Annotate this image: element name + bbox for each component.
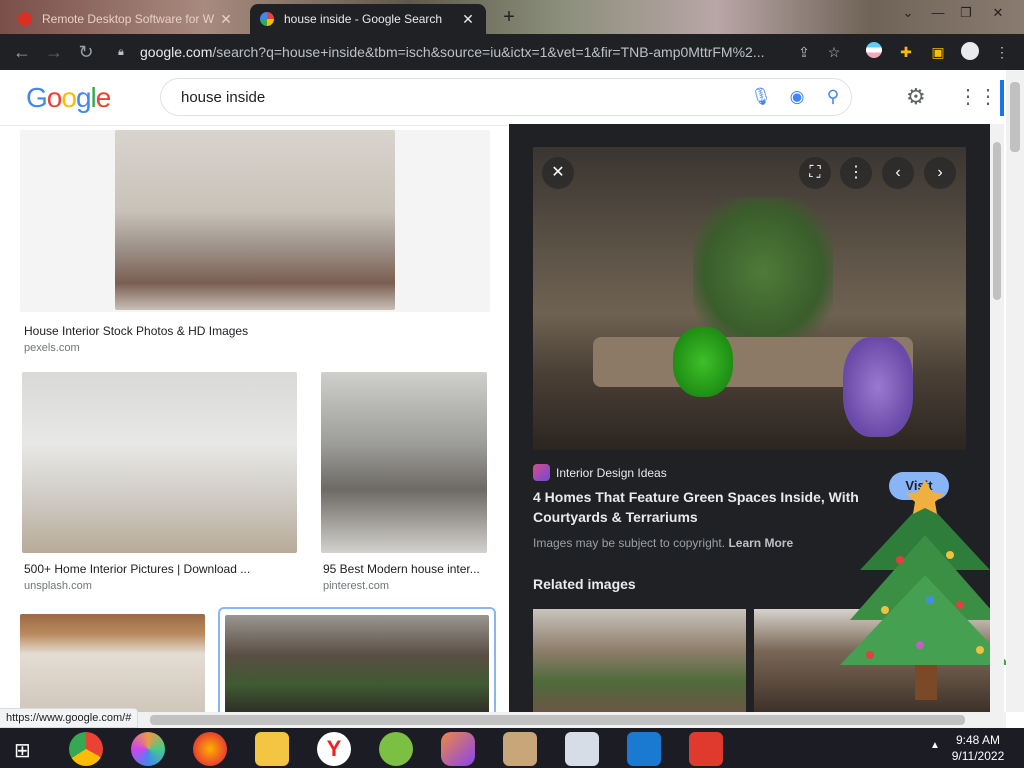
cube-app-icon[interactable] xyxy=(441,732,475,766)
panel-scrollbar-thumb[interactable] xyxy=(993,142,1001,300)
learn-more-link[interactable]: Learn More xyxy=(728,536,793,550)
result-card-selected[interactable] xyxy=(218,607,496,712)
parrot-character xyxy=(673,327,733,397)
archive-app-icon[interactable] xyxy=(503,732,537,766)
tab-title: Remote Desktop Software for W xyxy=(42,12,215,26)
copyright-text: Images may be subject to copyright. xyxy=(533,536,726,550)
windows-taskbar: ⊞ Y ▲ 9:48 AM 9/11/2022 xyxy=(0,728,1024,768)
image-results-grid: House Interior Stock Photos & HD Images … xyxy=(0,126,508,712)
firefox-icon[interactable] xyxy=(193,732,227,766)
lens-search-icon[interactable]: ⛶ xyxy=(799,157,831,189)
tab-remote-desktop[interactable]: Remote Desktop Software for W ✕ xyxy=(8,4,244,34)
close-tab-icon[interactable]: ✕ xyxy=(460,11,476,28)
tab-strip: Remote Desktop Software for W ✕ house in… xyxy=(0,0,1024,34)
related-image[interactable] xyxy=(533,609,746,712)
google-favicon-icon xyxy=(260,12,274,26)
status-url: https://www.google.com/# xyxy=(0,708,139,728)
google-logo[interactable]: Google xyxy=(26,82,111,114)
sidepanel-icon[interactable]: ▣ xyxy=(928,42,948,62)
new-tab-icon[interactable]: + xyxy=(498,6,520,28)
tab-google-search[interactable]: house inside - Google Search ✕ xyxy=(250,4,486,34)
result-card[interactable]: 500+ Home Interior Pictures | Download .… xyxy=(20,372,300,594)
result-thumbnail[interactable] xyxy=(22,372,297,553)
next-icon[interactable]: › xyxy=(924,157,956,189)
related-images-heading: Related images xyxy=(533,576,636,592)
preview-title[interactable]: 4 Homes That Feature Green Spaces Inside… xyxy=(533,487,883,527)
more-icon[interactable]: ⋮ xyxy=(840,157,872,189)
settings-icon[interactable]: ⚙ xyxy=(906,84,926,110)
anydesk-icon[interactable] xyxy=(689,732,723,766)
result-thumbnail[interactable] xyxy=(321,372,487,553)
reload-icon[interactable]: ↻ xyxy=(74,40,98,64)
photos-app-icon[interactable] xyxy=(131,732,165,766)
site-favicon-icon xyxy=(533,464,550,481)
yandex-browser-icon[interactable]: Y xyxy=(317,732,351,766)
result-card[interactable]: House Interior Stock Photos & HD Images … xyxy=(20,130,490,360)
chrome-icon[interactable] xyxy=(69,732,103,766)
result-card[interactable] xyxy=(20,614,206,712)
search-box[interactable]: house inside 🎙︎ ◉ ⚲ xyxy=(160,78,852,116)
tray-chevron-icon[interactable]: ▲ xyxy=(930,740,940,751)
result-source[interactable]: pinterest.com xyxy=(323,580,389,592)
search-icon[interactable]: ⚲ xyxy=(815,87,851,107)
star-icon[interactable]: ☆ xyxy=(824,42,844,62)
remote-desktop-favicon-icon xyxy=(18,12,32,26)
apps-icon[interactable]: ⋮⋮ xyxy=(958,84,998,109)
mic-icon[interactable]: 🎙︎ xyxy=(743,87,779,107)
browser-toolbar: ← → ↻ 🔒︎ google.com/search?q=house+insid… xyxy=(0,34,1024,70)
sign-in-button-edge[interactable] xyxy=(1000,80,1004,116)
google-header: Google house inside 🎙︎ ◉ ⚲ ⚙ ⋮⋮ xyxy=(0,70,1004,126)
result-source[interactable]: pexels.com xyxy=(24,342,80,354)
close-icon[interactable]: ✕ xyxy=(542,157,574,189)
result-title[interactable]: 95 Best Modern house inter... xyxy=(323,562,487,576)
result-source[interactable]: unsplash.com xyxy=(24,580,92,592)
file-explorer-icon[interactable] xyxy=(255,732,289,766)
windows-start-icon[interactable]: ⊞ xyxy=(14,738,31,763)
clock-date: 9/11/2022 xyxy=(951,749,1005,763)
purple-gorilla-character xyxy=(843,337,913,437)
url-text: google.com/search?q=house+inside&tbm=isc… xyxy=(140,44,765,60)
lens-icon[interactable]: ◉ xyxy=(779,87,815,107)
christmas-tree-overlay xyxy=(840,480,1010,700)
result-card[interactable]: 95 Best Modern house inter... pinterest.… xyxy=(320,372,490,594)
result-title[interactable]: House Interior Stock Photos & HD Images xyxy=(24,324,464,338)
share-icon[interactable]: ⇪ xyxy=(794,42,814,62)
preview-image[interactable] xyxy=(533,147,966,450)
page-scrollbar[interactable] xyxy=(1006,70,1024,712)
site-name[interactable]: Interior Design Ideas xyxy=(556,466,667,480)
address-bar[interactable]: 🔒︎ google.com/search?q=house+inside&tbm=… xyxy=(108,38,856,66)
menu-icon[interactable]: ⋮ xyxy=(992,42,1012,62)
screen-app-icon[interactable] xyxy=(627,732,661,766)
horizontal-scrollbar-thumb[interactable] xyxy=(150,715,965,725)
restore-icon[interactable]: ❐ xyxy=(954,2,978,24)
preview-plants xyxy=(693,197,833,347)
copyright-notice: Images may be subject to copyright. Lear… xyxy=(533,536,793,550)
tab-title: house inside - Google Search xyxy=(284,12,443,26)
page-scrollbar-thumb[interactable] xyxy=(1010,82,1020,152)
taskbar-clock[interactable]: 9:48 AM 9/11/2022 xyxy=(940,732,1016,764)
clock-time: 9:48 AM xyxy=(955,733,1001,747)
result-thumbnail[interactable] xyxy=(115,130,395,310)
close-window-icon[interactable]: ✕ xyxy=(986,2,1010,24)
tab-search-icon[interactable]: ⌄ xyxy=(896,2,920,24)
source-row[interactable]: Interior Design Ideas xyxy=(533,464,667,481)
result-thumbnail[interactable] xyxy=(225,615,489,712)
search-input[interactable]: house inside xyxy=(181,89,743,106)
back-icon[interactable]: ← xyxy=(10,40,34,64)
result-thumbnail[interactable] xyxy=(20,614,205,712)
document-app-icon[interactable] xyxy=(565,732,599,766)
profile-icon[interactable] xyxy=(960,42,980,62)
tree-trunk xyxy=(915,660,937,700)
extension-flag-icon[interactable] xyxy=(864,42,884,62)
close-tab-icon[interactable]: ✕ xyxy=(218,11,234,28)
prev-icon[interactable]: ‹ xyxy=(882,157,914,189)
forward-icon[interactable]: → xyxy=(42,40,66,64)
lock-icon: 🔒︎ xyxy=(118,45,124,58)
utorrent-icon[interactable] xyxy=(379,732,413,766)
extension-icon[interactable]: ✚ xyxy=(896,42,916,62)
result-title[interactable]: 500+ Home Interior Pictures | Download .… xyxy=(24,562,294,576)
minimize-icon[interactable]: — xyxy=(926,2,950,24)
